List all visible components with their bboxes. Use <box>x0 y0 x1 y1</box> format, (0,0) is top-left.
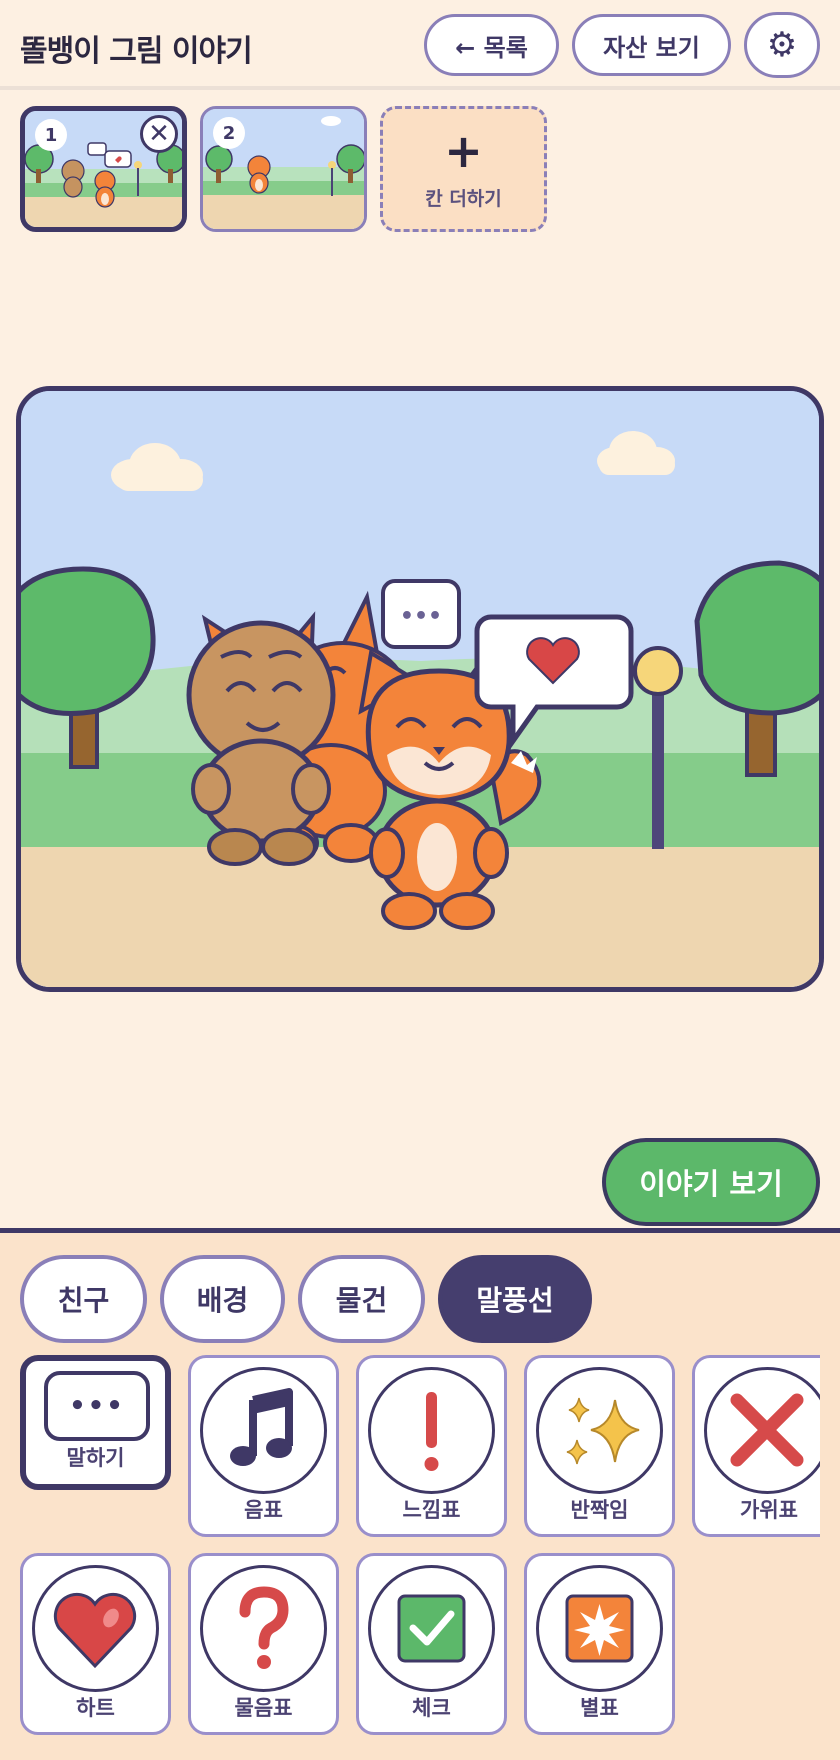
sticker-label: 느낌표 <box>402 1498 461 1522</box>
sticker-heart[interactable]: 하트 <box>20 1553 171 1735</box>
settings-button[interactable]: ⚙ <box>744 12 820 78</box>
exclamation-icon <box>424 1392 439 1471</box>
tab-friends[interactable]: 친구 <box>20 1255 147 1343</box>
sticker-check[interactable]: 체크 <box>356 1553 507 1735</box>
tab-background[interactable]: 배경 <box>160 1255 285 1343</box>
sticker-sparkle[interactable]: 반짝임 <box>524 1355 675 1537</box>
page-number-badge: 1 <box>35 119 67 151</box>
sticker-x-mark[interactable]: 가위표 <box>692 1355 820 1537</box>
delete-page-button[interactable]: ✕ <box>140 115 178 153</box>
page-thumbnail-1[interactable]: 1 ✕ <box>20 106 187 232</box>
sticker-label: 가위표 <box>740 1498 798 1522</box>
sticker-music-note[interactable]: 음표 <box>188 1355 339 1537</box>
sticker-question[interactable]: 물음표 <box>188 1553 339 1735</box>
sticker-label: 말하기 <box>66 1446 125 1470</box>
tab-speech-bubbles[interactable]: 말풍선 <box>438 1255 592 1343</box>
page-number-badge: 2 <box>213 117 245 149</box>
x-mark-icon <box>730 1393 804 1467</box>
sticker-exclamation[interactable]: 느낌표 <box>356 1355 507 1537</box>
top-bar: 똘뱅이 그림 이야기 ← 목록 자산 보기 ⚙ <box>0 0 840 90</box>
plus-icon: + <box>444 123 483 178</box>
app-title: 똘뱅이 그림 이야기 <box>20 34 253 69</box>
sticker-label: 하트 <box>76 1696 115 1720</box>
add-panel-button[interactable]: + 칸 더하기 <box>380 106 547 232</box>
view-story-button[interactable]: 이야기 보기 <box>602 1138 820 1226</box>
sticker-starburst[interactable]: 별표 <box>524 1553 675 1735</box>
speech-bubble-icon: ••• <box>44 1371 150 1441</box>
view-assets-button[interactable]: 자산 보기 <box>572 14 731 76</box>
heart-icon <box>53 1592 137 1669</box>
add-panel-label: 칸 더하기 <box>425 187 502 210</box>
asset-tray: 친구 배경 물건 말풍선 ••• 말하기 음표 느낌표 반짝임 가위표 하트 물… <box>0 1228 840 1760</box>
close-icon: ✕ <box>148 119 170 149</box>
sticker-speech[interactable]: ••• 말하기 <box>20 1355 171 1490</box>
typing-speech-bubble[interactable]: ••• <box>381 579 461 649</box>
tab-objects[interactable]: 물건 <box>298 1255 425 1343</box>
sticker-label: 음표 <box>244 1498 283 1522</box>
story-canvas[interactable]: ••• <box>16 386 824 992</box>
question-icon <box>239 1586 289 1669</box>
back-to-list-button[interactable]: ← 목록 <box>424 14 559 76</box>
check-icon <box>397 1594 466 1663</box>
gear-icon: ⚙ <box>766 25 798 65</box>
page-thumbnail-2[interactable]: 2 <box>200 106 367 232</box>
sticker-label: 물음표 <box>234 1696 293 1720</box>
sticker-label: 별표 <box>580 1696 619 1720</box>
typing-dots: ••• <box>400 604 442 629</box>
music-note-icon <box>230 1388 293 1466</box>
sticker-label: 반짝임 <box>570 1498 629 1522</box>
sticker-label: 체크 <box>412 1696 451 1720</box>
starburst-icon <box>565 1594 634 1663</box>
sparkle-icon <box>566 1397 640 1465</box>
